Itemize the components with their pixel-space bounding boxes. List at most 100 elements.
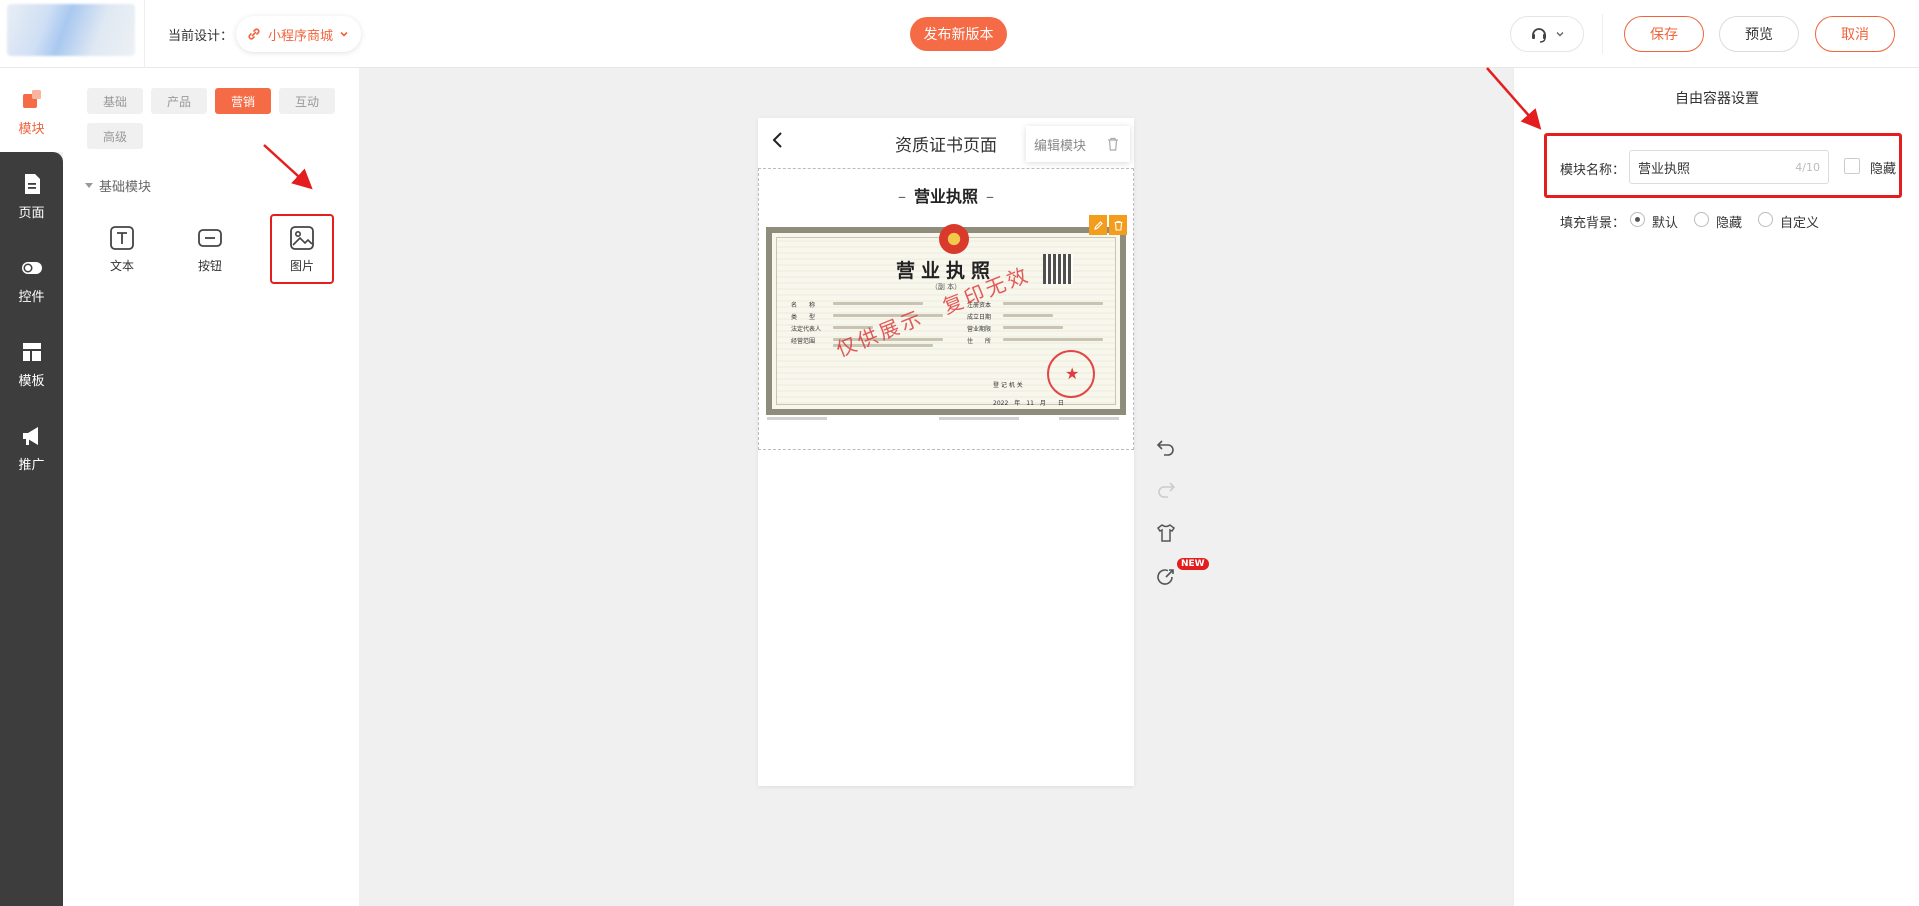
chevron-down-icon [340, 31, 348, 37]
rail-item-label: 模板 [18, 374, 45, 389]
section-title: – 营业执照 – [759, 183, 1133, 207]
share-icon[interactable] [1155, 566, 1177, 588]
section-title-text: 营业执照 [913, 187, 978, 206]
module-label: 按钮 [197, 258, 222, 273]
modules-icon [22, 90, 41, 108]
title-dash: – [897, 187, 906, 206]
phone-header: 资质证书页面 编辑模块 [758, 118, 1134, 164]
rail-item-controls[interactable]: 控件 [0, 256, 63, 326]
publish-new-version-button[interactable]: 发布新版本 [910, 17, 1007, 51]
free-container-module[interactable]: – 营业执照 – 营业执照 （副 本） 名 称 类 型 法定代表人 经营范围 注册资… [758, 168, 1134, 450]
tab-interaction[interactable]: 互动 [279, 88, 335, 114]
text-icon [110, 225, 134, 250]
tab-marketing[interactable]: 营销 [215, 88, 271, 114]
module-name-count: 4/10 [1795, 160, 1820, 174]
edit-image-button[interactable] [1089, 215, 1107, 235]
fill-option-label[interactable]: 默认 [1652, 212, 1678, 231]
group-title-label: 基础模块 [99, 180, 152, 195]
tab-basic[interactable]: 基础 [87, 88, 143, 114]
undo-icon[interactable] [1155, 436, 1177, 458]
module-label: 文本 [109, 258, 134, 273]
hide-checkbox[interactable] [1844, 158, 1860, 174]
image-icon [290, 225, 314, 250]
license-text-line [1003, 302, 1103, 305]
license-label: 经营范围 [791, 338, 816, 345]
license-date: 2022 年 11 月 日 [993, 400, 1064, 407]
rail-item-label: 模块 [18, 122, 45, 137]
fill-background-label: 填充背景： [1560, 216, 1626, 231]
preview-button[interactable]: 预览 [1719, 16, 1799, 52]
seal-star-icon: ★ [1065, 364, 1080, 383]
fill-custom-radio[interactable] [1758, 212, 1773, 227]
page-icon [24, 174, 40, 194]
left-nav-rail: 页面 控件 模板 推广 [0, 152, 63, 906]
top-header: 当前设计： 小程序商城 发布新版本 保存 预览 取消 [0, 0, 1919, 68]
rail-item-label: 页面 [18, 206, 45, 221]
settings-panel: 自由容器设置 模块名称： 营业执照 4/10 隐藏 填充背景： 默认 隐藏 自定… [1513, 68, 1919, 906]
module-image[interactable]: 图片 [270, 214, 334, 284]
qr-code-icon [1043, 254, 1073, 284]
design-selector[interactable]: 小程序商城 [236, 16, 362, 52]
rail-item-modules[interactable]: 模块 [0, 88, 63, 158]
tab-product[interactable]: 产品 [151, 88, 207, 114]
brand-logo[interactable] [7, 4, 135, 56]
module-panel: 基础 产品 营销 互动 高级 基础模块 文本 按钮 图片 [63, 68, 359, 906]
rail-item-pages[interactable]: 页面 [0, 172, 63, 242]
edit-module-popover[interactable]: 编辑模块 [1026, 126, 1130, 162]
toggle-icon [21, 262, 42, 274]
settings-title: 自由容器设置 [1675, 91, 1759, 107]
delete-image-button[interactable] [1109, 215, 1127, 235]
rail-item-label: 推广 [18, 458, 45, 473]
trash-icon [1114, 220, 1122, 231]
license-text-line [1003, 338, 1103, 341]
design-name: 小程序商城 [268, 28, 334, 44]
business-license-image[interactable]: 营业执照 （副 本） 名 称 类 型 法定代表人 经营范围 注册资本 成立日期 … [766, 224, 1126, 415]
save-button[interactable]: 保存 [1624, 16, 1704, 52]
official-seal-icon: ★ [1047, 350, 1095, 398]
rail-active-area: 模块 [0, 68, 63, 152]
rail-item-templates[interactable]: 模板 [0, 340, 63, 410]
edit-module-label[interactable]: 编辑模块 [1034, 135, 1086, 154]
redo-icon[interactable] [1155, 478, 1177, 500]
header-divider [1602, 14, 1603, 54]
license-inner: 营业执照 （副 本） 名 称 类 型 法定代表人 经营范围 注册资本 成立日期 … [776, 224, 1116, 407]
hide-label[interactable]: 隐藏 [1870, 158, 1896, 177]
national-emblem-icon [939, 224, 969, 254]
module-text[interactable]: 文本 [90, 214, 154, 284]
tab-advanced[interactable]: 高级 [87, 123, 143, 149]
license-label: 营业期限 [967, 326, 992, 333]
shirt-theme-icon[interactable] [1155, 522, 1177, 544]
license-footer-line [939, 417, 1019, 420]
group-basic-modules[interactable]: 基础模块 [85, 176, 151, 195]
rail-item-promotion[interactable]: 推广 [0, 424, 63, 494]
title-dash: – [986, 187, 994, 206]
module-name-input[interactable]: 营业执照 4/10 [1629, 150, 1829, 184]
license-footer-line [1059, 417, 1119, 420]
license-label: 成立日期 [967, 314, 992, 321]
fill-hide-radio[interactable] [1694, 212, 1709, 227]
trash-icon[interactable] [1106, 137, 1120, 151]
register-authority-label: 登 记 机 关 [993, 382, 1023, 389]
customer-service-button[interactable] [1510, 16, 1584, 52]
fill-default-radio[interactable] [1630, 212, 1645, 227]
license-footer-line [767, 417, 827, 420]
cancel-button[interactable]: 取消 [1815, 16, 1895, 52]
link-icon [248, 28, 260, 40]
license-text-line [1003, 314, 1053, 317]
image-toolbar [1089, 215, 1127, 235]
license-label: 名 称 [791, 302, 816, 309]
button-icon [198, 228, 222, 247]
fill-option-label[interactable]: 隐藏 [1716, 212, 1742, 231]
module-button[interactable]: 按钮 [178, 214, 242, 284]
fill-option-label[interactable]: 自定义 [1780, 212, 1819, 231]
module-name-label: 模块名称： [1560, 163, 1626, 178]
current-design-label: 当前设计： [168, 29, 234, 44]
headset-icon [1532, 28, 1546, 43]
caret-down-icon [85, 183, 93, 188]
rail-item-label: 控件 [18, 290, 45, 305]
phone-preview: 资质证书页面 编辑模块 – 营业执照 – 营业执照 （副 本） 名 称 类 型 法定… [758, 118, 1134, 786]
license-label: 法定代表人 [791, 326, 822, 333]
module-name-value[interactable]: 营业执照 [1638, 158, 1690, 177]
pencil-icon [1093, 220, 1103, 230]
license-text-line [1003, 326, 1063, 329]
